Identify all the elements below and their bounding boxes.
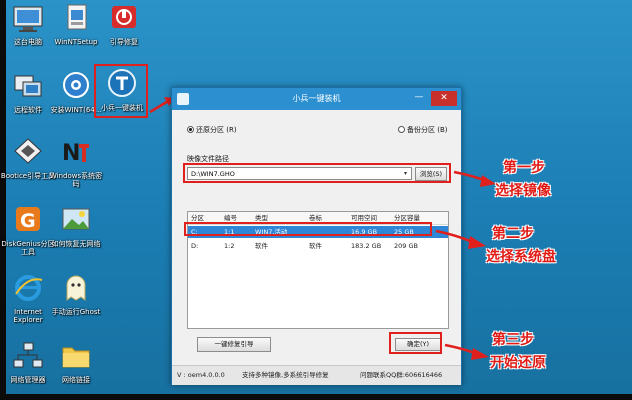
desktop-icon-onekey[interactable]: 小兵一键装机 [94, 68, 150, 112]
desktop-icon-bootfix[interactable]: 引导修复 [96, 2, 152, 46]
desktop-icon-ghost[interactable]: 手动运行Ghost [48, 272, 104, 316]
onekey-install-icon [105, 68, 139, 102]
desktop-icon-label: Windows系统密码 [49, 172, 103, 188]
restore-radio-label: 还原分区 (R) [196, 126, 237, 134]
desktop-icon-label: 网络链接 [62, 376, 90, 384]
folder-icon [59, 340, 93, 374]
step3-arrow [444, 343, 489, 360]
step2-arrow [435, 229, 486, 249]
step1-title: 第一步 [503, 160, 545, 176]
password-tool-icon: N [59, 136, 93, 170]
table-cell: 软件 [255, 242, 268, 250]
internet-explorer-icon [11, 272, 45, 306]
desktop-icon-label: 引导修复 [110, 38, 138, 46]
desktop-icon-ntpwd[interactable]: N Windows系统密码 [48, 136, 104, 188]
repair-boot-button[interactable]: 一键修复引导 [197, 337, 271, 352]
desktop-icon-label: 如何恢复无网络 [51, 240, 101, 248]
backup-radio-label: 备份分区 (B) [407, 126, 448, 134]
step1-arrow [453, 170, 496, 187]
step2-desc: 选择系统盘 [486, 249, 556, 265]
svg-text:G: G [20, 210, 36, 232]
step2-title: 第二步 [492, 226, 534, 242]
step3-desc: 开始还原 [490, 355, 546, 371]
step2-highlight [184, 222, 432, 236]
gear-icon [59, 70, 93, 104]
computer-icon [11, 2, 45, 36]
status-version: V : oem4.0.0.0 [177, 371, 225, 379]
bootice-icon [11, 136, 45, 170]
table-cell: D: [191, 242, 199, 250]
step3-title: 第三步 [492, 332, 534, 348]
desktop-icon-label: 小兵一键装机 [101, 104, 143, 112]
status-support: 支持多种镜像,多系统引导修复 [242, 371, 329, 379]
status-bar: V : oem4.0.0.0 支持多种镜像,多系统引导修复 问题联系QQ群:60… [172, 365, 461, 385]
desktop-icon-netlink[interactable]: 网络链接 [48, 340, 104, 384]
table-cell: 209 GB [394, 242, 418, 250]
setup-icon [59, 2, 93, 36]
step1-desc: 选择镜像 [495, 183, 551, 199]
table-cell: 软件 [309, 242, 322, 250]
minimize-button[interactable]: — [409, 91, 429, 106]
desktop-icon-ghostbackup[interactable]: 如何恢复无网络 [48, 204, 104, 248]
radio-selected-icon [187, 126, 194, 133]
table-row[interactable]: D: 1:2 软件 软件 183.2 GB 209 GB [188, 240, 448, 252]
screen-edge-bottom [0, 394, 632, 400]
boot-repair-icon [107, 2, 141, 36]
restore-radio[interactable]: 还原分区 (R) [187, 125, 237, 135]
table-cell: 183.2 GB [351, 242, 382, 250]
step3-highlight [389, 332, 442, 354]
status-contact: 问题联系QQ群:606616466 [360, 371, 443, 379]
ghost-icon [59, 272, 93, 306]
diskgenius-icon: G [11, 204, 45, 238]
network-manager-icon [11, 340, 45, 374]
radio-unselected-icon [398, 126, 405, 133]
image-icon [59, 204, 93, 238]
window-titlebar[interactable]: 小兵一键装机 — ✕ [172, 88, 461, 110]
close-button[interactable]: ✕ [431, 91, 457, 106]
desktop-icon-label: 手动运行Ghost [51, 308, 101, 316]
remote-software-icon [11, 70, 45, 104]
table-cell: 1:2 [224, 242, 235, 250]
svg-text:N: N [62, 141, 80, 166]
step1-highlight [183, 163, 451, 183]
backup-radio[interactable]: 备份分区 (B) [398, 125, 448, 135]
